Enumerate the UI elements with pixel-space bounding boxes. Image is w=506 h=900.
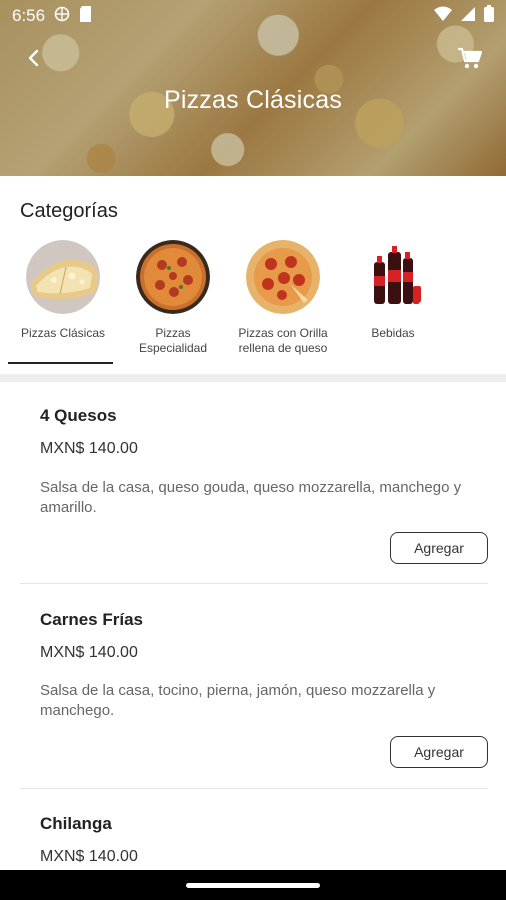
product-card: Chilanga MXN$ 140.00 — [20, 790, 488, 870]
back-button[interactable] — [20, 44, 48, 72]
product-separator — [20, 788, 488, 789]
categories-list: Pizzas Clásicas Pizzas Especialidad Pizz… — [8, 240, 448, 364]
signal-icon — [460, 6, 476, 27]
status-time: 6:56 — [12, 6, 46, 25]
product-name: Chilanga — [40, 814, 112, 833]
product-name: 4 Quesos — [40, 406, 117, 425]
category-label: Pizzas Clásicas — [20, 326, 106, 340]
status-bar: 6:56 — [0, 0, 506, 32]
category-image-pizzas-orilla-rellena — [246, 240, 320, 314]
category-bebidas[interactable]: Bebidas — [338, 240, 448, 364]
add-to-cart-button[interactable]: Agregar — [390, 532, 488, 564]
categories-heading: Categorías — [20, 200, 118, 222]
cart-button[interactable] — [456, 44, 484, 72]
category-pizzas-orilla-rellena[interactable]: Pizzas con Orilla rellena de queso — [228, 240, 338, 364]
product-price: MXN$ 140.00 — [40, 848, 138, 865]
product-price: MXN$ 140.00 — [40, 440, 138, 457]
category-pizzas-especialidad[interactable]: Pizzas Especialidad — [118, 240, 228, 364]
globe-icon — [54, 6, 70, 27]
wifi-icon — [434, 6, 452, 27]
arrow-back-icon — [20, 49, 48, 76]
category-label: Pizzas con Orilla rellena de queso — [238, 326, 328, 355]
category-label: Bebidas — [371, 326, 415, 340]
categories-panel: Categorías Pizzas Clásicas Pizzas Especi… — [0, 176, 506, 376]
category-pizzas-clasicas[interactable]: Pizzas Clásicas — [8, 240, 118, 364]
cart-icon — [456, 47, 484, 76]
product-name: Carnes Frías — [40, 610, 143, 629]
home-gesture-handle[interactable] — [186, 883, 320, 888]
category-image-pizzas-clasicas — [26, 240, 100, 314]
product-separator — [20, 583, 488, 584]
category-image-bebidas — [356, 240, 430, 314]
product-card: 4 Quesos MXN$ 140.00 Salsa de la casa, q… — [20, 382, 488, 584]
category-label: Pizzas Especialidad — [138, 326, 208, 355]
product-card: Carnes Frías MXN$ 140.00 Salsa de la cas… — [20, 586, 488, 790]
add-to-cart-button[interactable]: Agregar — [390, 736, 488, 768]
product-price: MXN$ 140.00 — [40, 644, 138, 661]
page-title: Pizzas Clásicas — [163, 86, 343, 114]
category-image-pizzas-especialidad — [136, 240, 210, 314]
section-divider — [0, 374, 506, 382]
product-description: Salsa de la casa, tocino, pierna, jamón,… — [40, 682, 436, 719]
system-navigation-bar — [0, 870, 506, 900]
battery-icon — [484, 5, 494, 27]
sd-card-icon — [79, 5, 92, 27]
selected-category-indicator — [8, 362, 113, 364]
product-description: Salsa de la casa, queso gouda, queso moz… — [40, 479, 462, 516]
